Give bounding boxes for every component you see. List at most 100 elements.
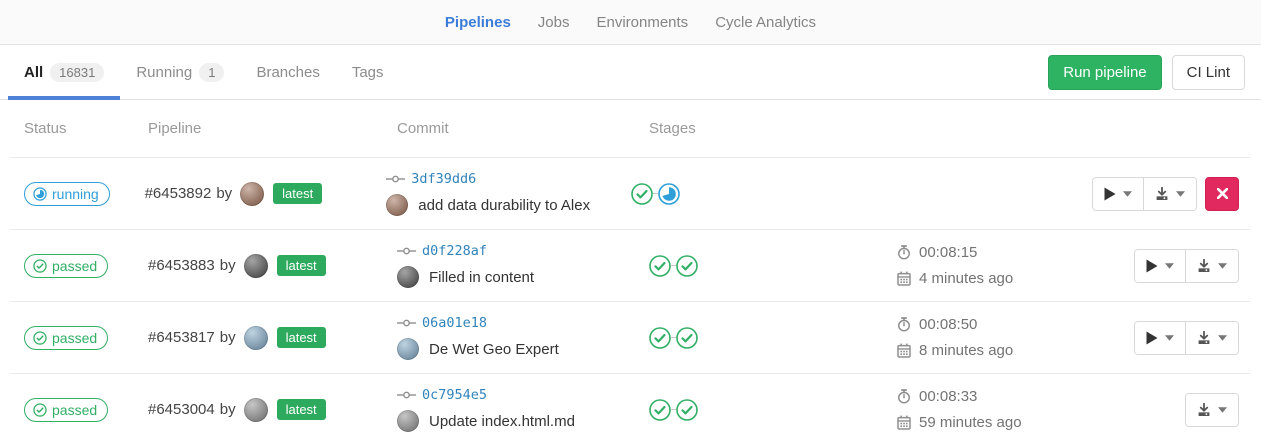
pipeline-row: passed #6453883 by latest d0f228af Fille…	[10, 230, 1251, 302]
commit-author-avatar[interactable]	[397, 338, 419, 360]
header-status: Status	[10, 120, 134, 137]
manual-actions-button[interactable]	[1093, 178, 1143, 210]
toolbar-actions: Run pipeline CI Lint	[1048, 45, 1245, 99]
calendar-icon	[897, 415, 911, 430]
nav-cycle-analytics[interactable]: Cycle Analytics	[715, 14, 816, 31]
tab-all[interactable]: All 16831	[8, 45, 120, 99]
table-body: running #6453892 by latest 3df39dd6 add …	[10, 158, 1251, 437]
status-badge[interactable]: passed	[24, 326, 108, 350]
ci-lint-button[interactable]: CI Lint	[1172, 55, 1245, 90]
commit-message-link[interactable]: De Wet Geo Expert	[429, 341, 559, 358]
commit-sha-link[interactable]: 3df39dd6	[411, 171, 476, 187]
run-pipeline-button[interactable]: Run pipeline	[1048, 55, 1161, 90]
actions-cell	[1110, 321, 1251, 355]
commit-message-link[interactable]: Filled in content	[429, 269, 534, 286]
latest-badge: latest	[273, 183, 322, 204]
status-badge[interactable]: passed	[24, 254, 108, 278]
triggerer-avatar[interactable]	[244, 254, 268, 278]
pipeline-id-link[interactable]: #6453004	[148, 401, 215, 418]
stage-2-icon[interactable]	[676, 399, 698, 421]
by-label: by	[220, 329, 236, 346]
actions-button-group	[1092, 177, 1197, 211]
stage-1-icon[interactable]	[649, 399, 671, 421]
stage-2-icon[interactable]	[676, 327, 698, 349]
calendar-icon	[897, 271, 911, 286]
passed-icon	[33, 259, 47, 273]
stage-1-icon[interactable]	[649, 255, 671, 277]
actions-cell	[1078, 177, 1251, 211]
manual-actions-button[interactable]	[1135, 250, 1185, 282]
pipeline-id-link[interactable]: #6453883	[148, 257, 215, 274]
project-nav: Pipelines Jobs Environments Cycle Analyt…	[0, 0, 1261, 45]
pipelines-table: Status Pipeline Commit Stages running #6…	[10, 100, 1251, 437]
commit-sha-link[interactable]: 0c7954e5	[422, 387, 487, 403]
status-cell: passed	[10, 254, 134, 278]
tab-branches[interactable]: Branches	[240, 45, 335, 99]
status-label: running	[52, 186, 99, 202]
stages-cell	[635, 327, 883, 349]
actions-button-group	[1185, 393, 1239, 427]
triggerer-avatar[interactable]	[244, 326, 268, 350]
stopwatch-icon	[897, 245, 911, 260]
header-stages: Stages	[635, 120, 883, 137]
pipeline-cell: #6453817 by latest	[134, 326, 383, 350]
download-icon	[1197, 331, 1211, 345]
stage-2-icon[interactable]	[676, 255, 698, 277]
by-label: by	[216, 185, 232, 202]
passed-icon	[33, 403, 47, 417]
duration-line: 00:08:50	[897, 316, 1110, 333]
cancel-pipeline-button[interactable]	[1205, 177, 1239, 211]
commit-sha-link[interactable]: 06a01e18	[422, 315, 487, 331]
commit-icon	[397, 389, 416, 401]
commit-sha-link[interactable]: d0f228af	[422, 243, 487, 259]
commit-sha-line: d0f228af	[397, 243, 635, 259]
tab-running[interactable]: Running 1	[120, 45, 240, 99]
chevron-down-icon	[1218, 407, 1227, 413]
commit-message-link[interactable]: Update index.html.md	[429, 413, 575, 430]
stages-cell	[635, 255, 883, 277]
actions-cell	[1110, 249, 1251, 283]
manual-actions-button[interactable]	[1135, 322, 1185, 354]
download-artifacts-button[interactable]	[1185, 250, 1238, 282]
pipeline-id-link[interactable]: #6453892	[145, 185, 212, 202]
duration-text: 00:08:33	[919, 388, 977, 405]
triggerer-avatar[interactable]	[240, 182, 264, 206]
download-artifacts-button[interactable]	[1186, 394, 1238, 426]
commit-author-avatar[interactable]	[397, 266, 419, 288]
header-commit: Commit	[383, 120, 635, 137]
play-icon	[1146, 331, 1158, 345]
actions-button-group	[1134, 249, 1239, 283]
latest-badge: latest	[277, 327, 326, 348]
filter-tabs: All 16831 Running 1 Branches Tags	[8, 45, 400, 99]
play-icon	[1146, 259, 1158, 273]
play-icon	[1104, 187, 1116, 201]
stopwatch-icon	[897, 317, 911, 332]
time-ago-text: 59 minutes ago	[919, 414, 1022, 431]
time-ago-text: 8 minutes ago	[919, 342, 1013, 359]
stopwatch-icon	[897, 389, 911, 404]
table-header: Status Pipeline Commit Stages	[10, 100, 1251, 158]
tab-tags[interactable]: Tags	[336, 45, 400, 99]
nav-pipelines[interactable]: Pipelines	[445, 14, 511, 31]
commit-message-line: add data durability to Alex	[386, 194, 617, 216]
commit-author-avatar[interactable]	[386, 194, 408, 216]
status-label: passed	[52, 402, 97, 418]
header-pipeline: Pipeline	[134, 120, 383, 137]
stage-1-icon[interactable]	[631, 183, 653, 205]
stage-1-icon[interactable]	[649, 327, 671, 349]
triggerer-avatar[interactable]	[244, 398, 268, 422]
commit-message-line: Filled in content	[397, 266, 635, 288]
download-artifacts-button[interactable]	[1143, 178, 1196, 210]
commit-author-avatar[interactable]	[397, 410, 419, 432]
pipeline-id-link[interactable]: #6453817	[148, 329, 215, 346]
download-artifacts-button[interactable]	[1185, 322, 1238, 354]
nav-environments[interactable]: Environments	[596, 14, 688, 31]
time-cell: 00:08:15 4 minutes ago	[883, 244, 1110, 287]
status-badge[interactable]: running	[24, 182, 110, 206]
chevron-down-icon	[1123, 191, 1132, 197]
stage-2-icon[interactable]	[658, 183, 680, 205]
commit-message-link[interactable]: add data durability to Alex	[418, 197, 590, 214]
tab-tags-label: Tags	[352, 64, 384, 81]
nav-jobs[interactable]: Jobs	[538, 14, 570, 31]
status-badge[interactable]: passed	[24, 398, 108, 422]
